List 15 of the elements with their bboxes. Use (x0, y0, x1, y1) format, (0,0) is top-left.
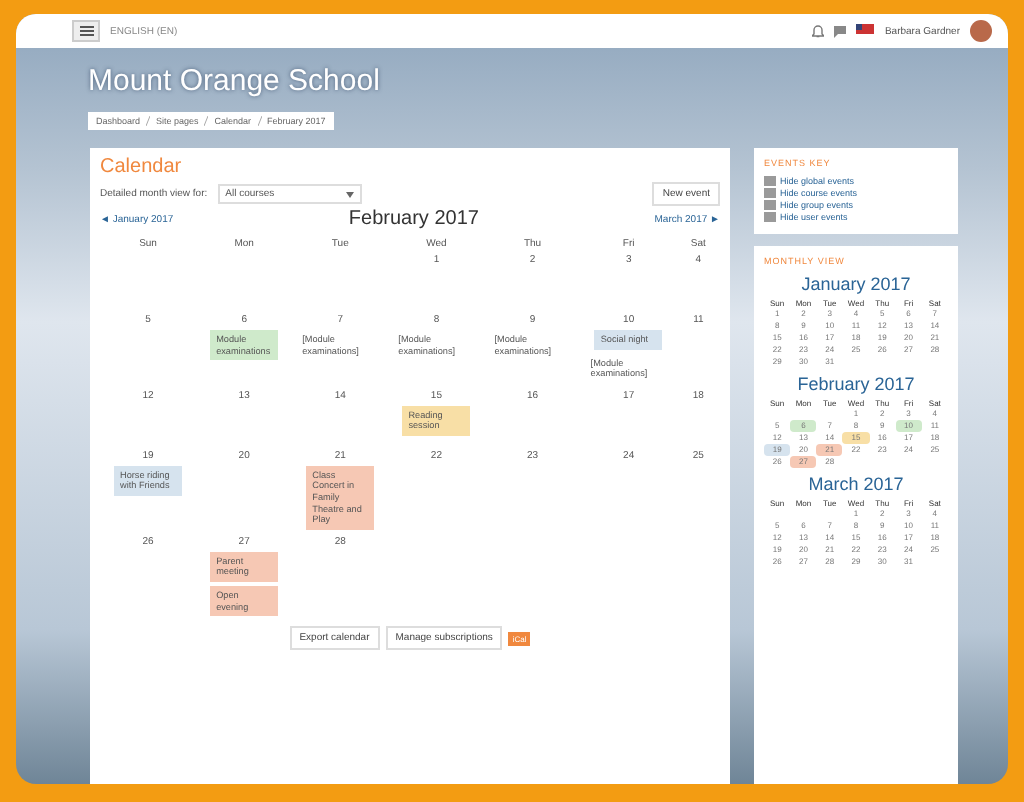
separator-icon (257, 116, 262, 126)
avatar-icon[interactable] (970, 20, 992, 42)
separator-icon (146, 116, 151, 126)
mini-month-title[interactable]: January 2017 (764, 274, 948, 294)
site-title: Mount Orange School (88, 64, 382, 98)
mini-month-title[interactable]: February 2017 (764, 374, 948, 394)
chat-icon[interactable] (834, 25, 847, 37)
menu-button[interactable] (72, 20, 100, 42)
caret-icon (345, 191, 354, 197)
mini-month-title[interactable]: March 2017 (764, 474, 948, 494)
bell-icon[interactable] (812, 24, 825, 38)
calendar-title: Calendar (100, 156, 184, 178)
separator-icon (204, 116, 209, 126)
flag-icon[interactable] (856, 24, 875, 38)
month-title: February 2017 (348, 208, 479, 230)
